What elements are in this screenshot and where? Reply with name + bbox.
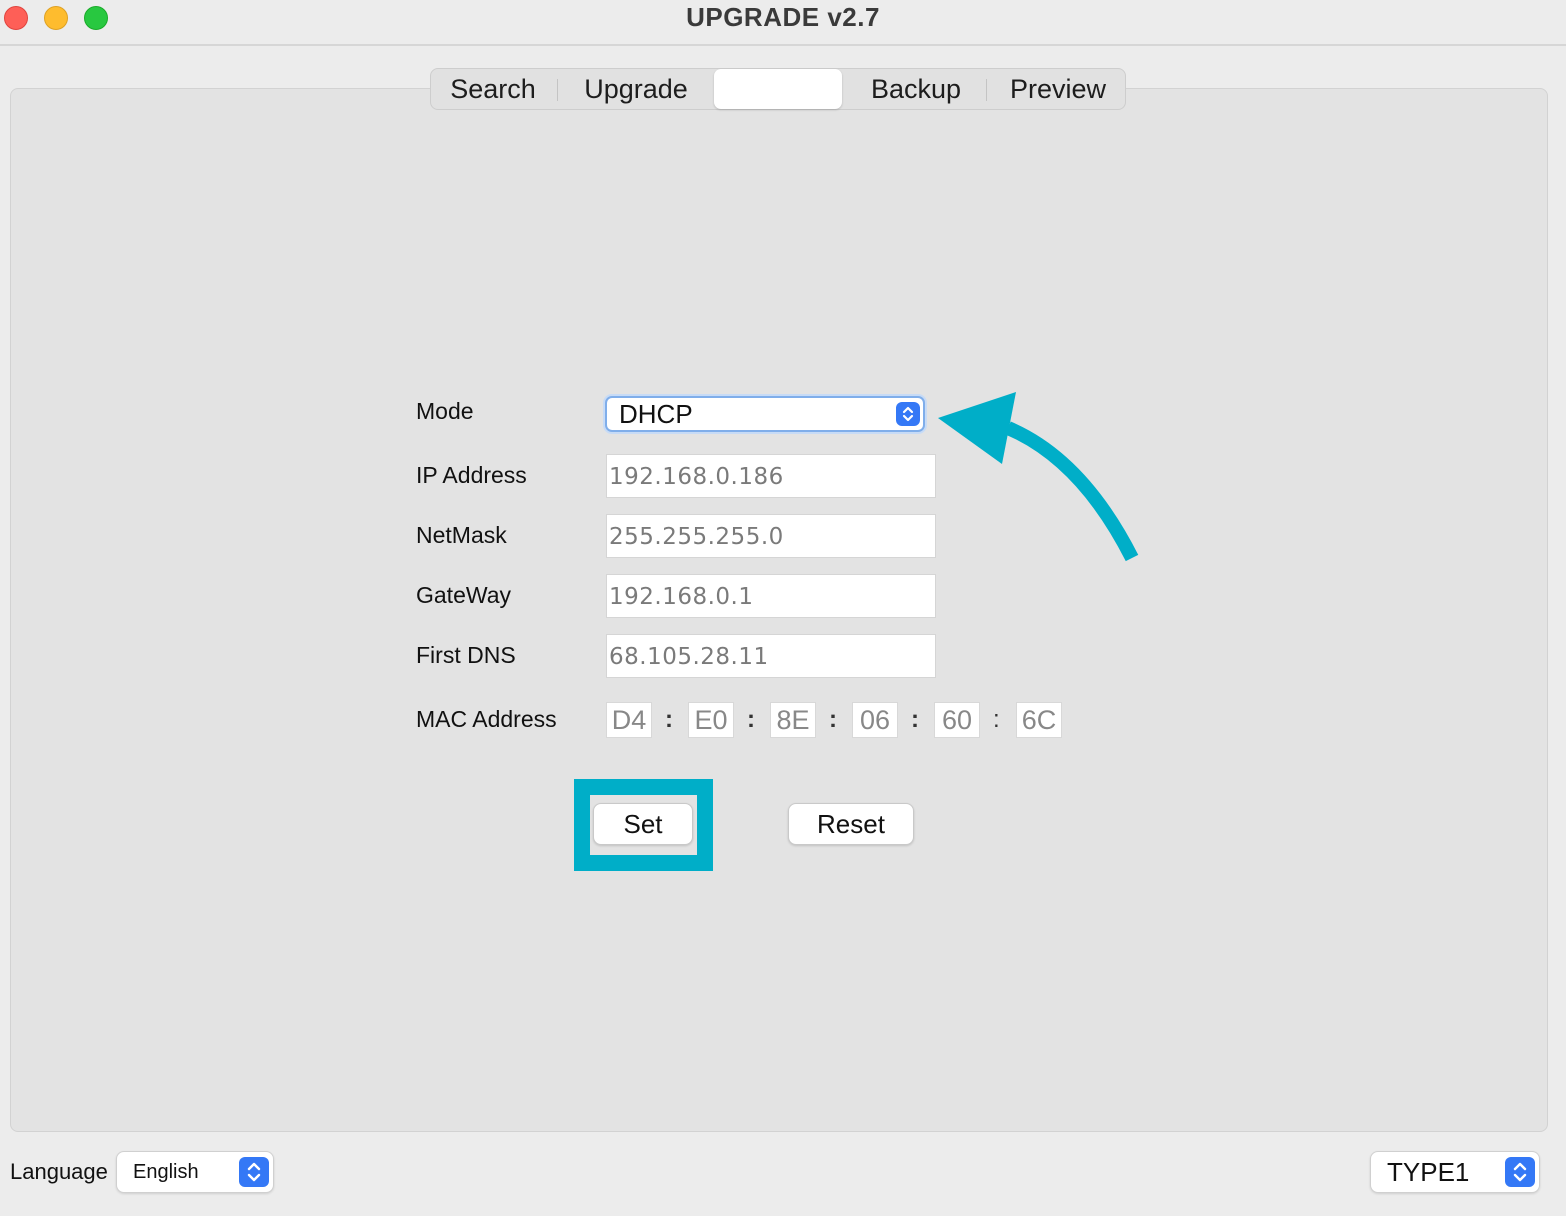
gateway-field[interactable]: 192.168.0.1: [606, 574, 936, 618]
select-stepper-icon: [1505, 1157, 1535, 1187]
mac-octet-4[interactable]: 06: [852, 702, 898, 738]
mac-octet-3[interactable]: 8E: [770, 702, 816, 738]
title-bar: UPGRADE v2.7: [0, 0, 1566, 46]
netmask-label: NetMask: [416, 522, 507, 548]
first-dns-field[interactable]: 68.105.28.11: [606, 634, 936, 678]
mac-separator: :: [911, 706, 919, 733]
tab-bar: Search Upgrade Backup Preview: [430, 68, 1126, 110]
mac-octet-2[interactable]: E0: [688, 702, 734, 738]
ip-address-field[interactable]: 192.168.0.186: [606, 454, 936, 498]
annotation-arrow-icon: [938, 392, 1139, 562]
mac-octet-6[interactable]: 6C: [1016, 702, 1062, 738]
mode-label: Mode: [416, 398, 474, 424]
mac-address-label: MAC Address: [416, 706, 557, 732]
tab-backup[interactable]: Backup: [851, 69, 981, 109]
ip-address-label: IP Address: [416, 462, 527, 488]
mode-select-value: DHCP: [619, 399, 693, 429]
language-select-value: English: [133, 1161, 199, 1183]
type-select-value: TYPE1: [1387, 1157, 1470, 1187]
mode-select[interactable]: DHCP: [605, 396, 925, 432]
mac-octet-5[interactable]: 60: [934, 702, 980, 738]
mac-separator: :: [665, 706, 673, 733]
gateway-label: GateWay: [416, 582, 512, 608]
mac-separator: :: [993, 706, 1000, 733]
netmask-field[interactable]: 255.255.255.0: [606, 514, 936, 558]
select-stepper-icon: [239, 1157, 269, 1187]
language-label: Language: [10, 1159, 108, 1184]
first-dns-label: First DNS: [416, 642, 516, 668]
tab-search[interactable]: Search: [431, 69, 555, 109]
window-title: UPGRADE v2.7: [686, 2, 880, 32]
select-stepper-icon: [896, 402, 920, 426]
set-button[interactable]: Set: [593, 803, 693, 845]
tab-network-active[interactable]: [714, 69, 842, 109]
tab-preview[interactable]: Preview: [993, 69, 1123, 109]
mac-separator: :: [829, 706, 837, 733]
language-select[interactable]: English: [116, 1151, 274, 1193]
tab-separator: [557, 79, 558, 101]
tab-separator: [986, 79, 987, 101]
mac-octet-1[interactable]: D4: [606, 702, 652, 738]
reset-button[interactable]: Reset: [788, 803, 914, 845]
tab-upgrade[interactable]: Upgrade: [565, 69, 707, 109]
mac-separator: :: [747, 706, 755, 733]
type-select[interactable]: TYPE1: [1370, 1151, 1540, 1193]
